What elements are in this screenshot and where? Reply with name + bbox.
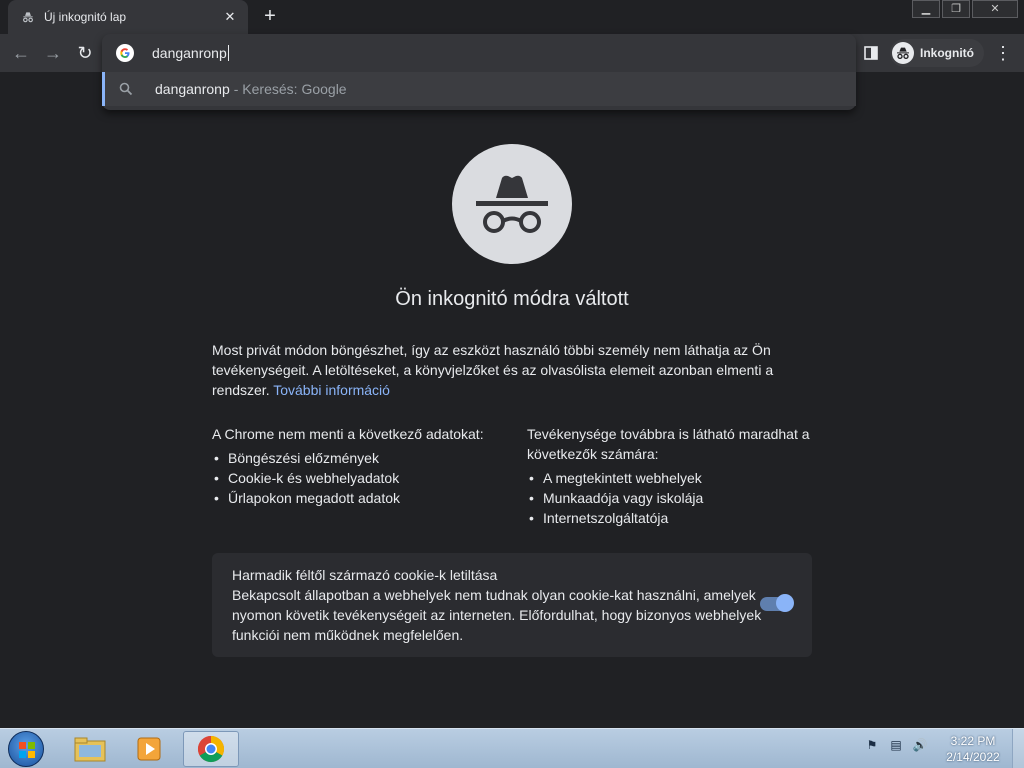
list-item: Böngészési előzmények (212, 448, 502, 468)
reload-button[interactable]: ↻ (72, 40, 98, 66)
network-icon[interactable]: ▤ (888, 737, 904, 753)
suggestion-query: danganronp (155, 81, 230, 97)
incognito-icon (20, 9, 36, 25)
profile-label: Inkognitó (920, 46, 974, 60)
list-item: Munkaadója vagy iskolája (527, 488, 817, 508)
new-tab-button[interactable]: + (258, 5, 282, 29)
close-window-button[interactable]: ✕ (972, 0, 1018, 18)
cookie-title: Harmadik féltől származó cookie-k letilt… (232, 567, 498, 583)
visible-to-title: Tevékenysége továbbra is látható maradha… (527, 426, 810, 462)
text-caret (227, 45, 229, 61)
windows-taskbar: ⚑ ▤ 🔊 3:22 PM 2/14/2022 (0, 728, 1024, 768)
back-button[interactable]: ← (8, 40, 34, 66)
minimize-button[interactable]: ▁ (912, 0, 940, 18)
tab-strip: Új inkognitó lap ✕ + ▁ ❐ ✕ (0, 0, 1024, 34)
list-item: Űrlapokon megadott adatok (212, 488, 502, 508)
not-saved-list: Böngészési előzmények Cookie-k és webhel… (212, 448, 502, 508)
restore-button[interactable]: ❐ (942, 0, 970, 18)
show-desktop-button[interactable] (1012, 729, 1024, 768)
volume-icon[interactable]: 🔊 (912, 737, 928, 753)
cookie-controls-card: Harmadik féltől származó cookie-k letilt… (212, 553, 812, 657)
cookie-toggle[interactable] (760, 594, 794, 612)
clock-date: 2/14/2022 (946, 750, 1000, 764)
not-saved-section: A Chrome nem menti a következő adatokat:… (212, 424, 502, 508)
explorer-icon[interactable] (62, 731, 118, 767)
list-item: A megtekintett webhelyek (527, 468, 817, 488)
list-item: Internetszolgáltatója (527, 508, 817, 528)
system-tray: ⚑ ▤ 🔊 (864, 737, 936, 753)
not-saved-title: A Chrome nem menti a következő adatokat: (212, 426, 484, 442)
search-icon (119, 82, 133, 96)
tab-title: Új inkognitó lap (44, 10, 127, 24)
start-button[interactable] (4, 730, 48, 768)
menu-button[interactable]: ⋮ (990, 40, 1016, 66)
cookie-description: Bekapcsolt állapotban a webhelyek nem tu… (232, 587, 762, 643)
forward-button[interactable]: → (40, 40, 66, 66)
page-title: Ön inkognitó módra váltott (395, 288, 629, 310)
list-item: Cookie-k és webhelyadatok (212, 468, 502, 488)
clock-time: 3:22 PM (950, 734, 996, 748)
address-bar[interactable]: danganronp (102, 36, 856, 70)
window-controls: ▁ ❐ ✕ (910, 0, 1018, 18)
clock[interactable]: 3:22 PM 2/14/2022 (940, 733, 1006, 765)
learn-more-link[interactable]: További információ (273, 382, 390, 398)
tab-close-icon[interactable]: ✕ (222, 9, 238, 25)
side-panel-icon[interactable] (858, 40, 884, 66)
windows-logo-icon (8, 731, 44, 767)
google-icon (116, 44, 134, 62)
toggle-knob (776, 594, 794, 612)
suggestion-hint: - Keresés: Google (233, 81, 347, 97)
visible-to-list: A megtekintett webhelyek Munkaadója vagy… (527, 468, 817, 528)
visible-to-section: Tevékenysége továbbra is látható maradha… (527, 424, 817, 528)
address-input[interactable]: danganronp (152, 45, 227, 61)
intro-paragraph: Most privát módon böngészhet, így az esz… (212, 340, 812, 400)
suggestion-row[interactable]: danganronp - Keresés: Google (102, 72, 856, 106)
action-center-icon[interactable]: ⚑ (864, 737, 880, 753)
chrome-icon[interactable] (183, 731, 239, 767)
incognito-hero-icon (452, 144, 572, 264)
incognito-profile-button[interactable]: Inkognitó (890, 39, 984, 67)
tab-incognito[interactable]: Új inkognitó lap ✕ (8, 0, 248, 34)
omnibox-dropdown: danganronp danganronp - Keresés: Google (102, 34, 856, 110)
media-player-icon[interactable] (122, 731, 178, 767)
incognito-avatar-icon (892, 42, 914, 64)
